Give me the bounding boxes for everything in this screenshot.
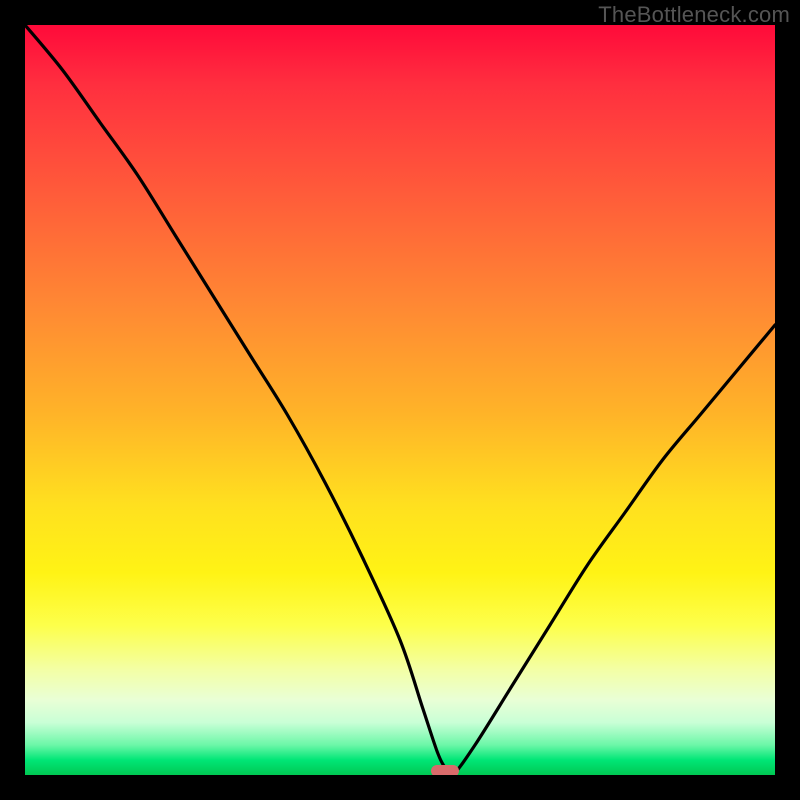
ideal-point-marker [431,765,459,775]
curve-svg [25,25,775,775]
bottleneck-curve [25,25,775,775]
plot-area [25,25,775,775]
chart-frame: TheBottleneck.com [0,0,800,800]
